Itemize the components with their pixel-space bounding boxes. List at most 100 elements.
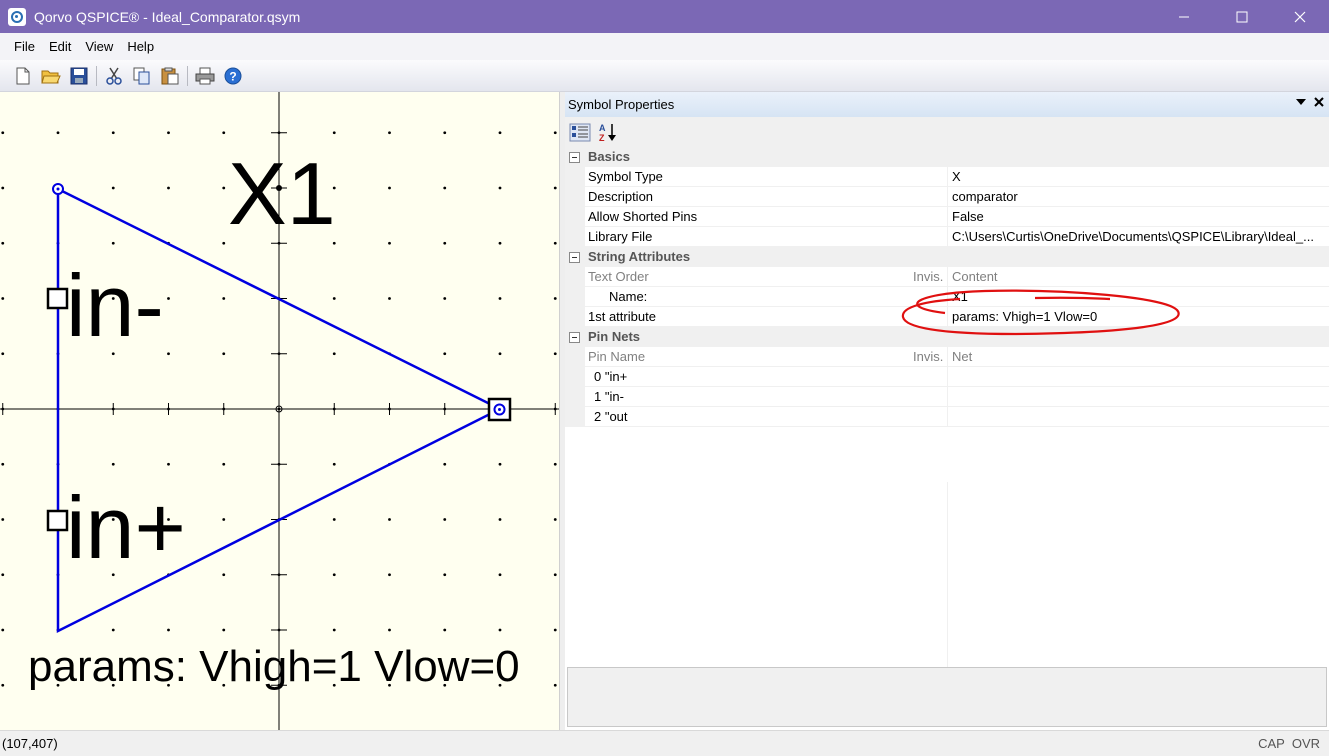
grid-dot (443, 297, 447, 300)
property-row-allow-shorted-pins[interactable]: Allow Shorted Pins False (565, 207, 1329, 227)
grid-dot (498, 186, 502, 190)
grid-dot (1, 297, 5, 300)
pin-in-plus-box[interactable] (46, 509, 69, 532)
property-grid: Basics Symbol Type X Description compara… (565, 147, 1329, 722)
paste-button[interactable] (159, 65, 181, 87)
collapse-icon[interactable] (569, 332, 580, 343)
pin-in-minus-label[interactable]: in- (66, 256, 164, 355)
new-file-button[interactable] (12, 65, 34, 87)
grid-dot (498, 573, 502, 577)
menu-bar: File Edit View Help (0, 33, 1329, 60)
cursor-coordinates: (107,407) (2, 736, 58, 751)
collapse-icon[interactable] (569, 152, 580, 163)
grid-dot (498, 628, 502, 632)
minimize-button[interactable] (1155, 0, 1213, 33)
grid-dot (167, 628, 170, 632)
pin-row-in-plus[interactable]: 0 "in+ (565, 367, 1329, 387)
grid-dot (553, 131, 557, 135)
grid-dot (498, 131, 502, 135)
grid-dot (553, 683, 557, 687)
grid-dot (222, 297, 226, 300)
grid-dot (443, 131, 447, 135)
maximize-icon (1236, 11, 1248, 22)
cut-button[interactable] (103, 65, 125, 87)
grid-dot (1, 628, 5, 632)
property-row-symbol-type[interactable]: Symbol Type X (565, 167, 1329, 187)
open-button[interactable] (40, 65, 62, 87)
pin-row-out[interactable]: 2 "out (565, 407, 1329, 427)
cut-icon (106, 67, 122, 85)
title-bar: Qorvo QSPICE® - Ideal_Comparator.qsym (0, 0, 1329, 33)
grid-dot (1, 518, 5, 521)
status-bar: (107,407) CAP OVR (0, 730, 1329, 756)
grid-dot (498, 352, 502, 356)
property-row-1st-attribute[interactable]: 1st attribute params: Vhigh=1 Vlow=0 (565, 307, 1329, 327)
property-row-description[interactable]: Description comparator (565, 187, 1329, 207)
grid-dot (222, 131, 226, 135)
grid-dot (167, 297, 170, 300)
grid-dot (167, 131, 170, 135)
maximize-button[interactable] (1213, 0, 1271, 33)
caps-lock-indicator: CAP (1258, 736, 1285, 751)
grid-dot (553, 628, 557, 632)
pin-in-minus-box[interactable] (46, 287, 69, 310)
grid-dot (443, 241, 447, 245)
window-title: Qorvo QSPICE® - Ideal_Comparator.qsym (34, 8, 301, 25)
grid-dot (332, 518, 336, 521)
grid-dot (332, 628, 336, 632)
string-attributes-header: Text Order Invis. Content (565, 267, 1329, 287)
properties-header: Symbol Properties (565, 92, 1329, 117)
close-button[interactable] (1271, 0, 1329, 33)
grid-dot (443, 352, 447, 356)
menu-file[interactable]: File (7, 39, 42, 54)
copy-button[interactable] (131, 65, 153, 87)
menu-help[interactable]: Help (120, 39, 161, 54)
property-row-library-file[interactable]: Library File C:\Users\Curtis\OneDrive\Do… (565, 227, 1329, 247)
grid-dot (56, 131, 60, 135)
property-row-name[interactable]: Name: X1 (565, 287, 1329, 307)
print-button[interactable] (194, 65, 216, 87)
grid-dot (553, 352, 557, 356)
grid-dot (1, 352, 5, 356)
params-label[interactable]: params: Vhigh=1 Vlow=0 (28, 642, 520, 691)
category-pin-nets[interactable]: Pin Nets (565, 327, 1329, 347)
close-pane-icon[interactable] (1313, 96, 1325, 108)
svg-text:?: ? (229, 69, 236, 83)
categorized-view-icon[interactable] (569, 122, 591, 142)
pin-nets-header: Pin Name Invis. Net (565, 347, 1329, 367)
grid-dot (1, 131, 5, 135)
grid-dot (498, 297, 502, 300)
category-string-attributes[interactable]: String Attributes (565, 247, 1329, 267)
grid-dot (332, 352, 336, 356)
grid-dot (111, 462, 115, 466)
grid-dot (167, 186, 170, 190)
toolbar-separator (96, 65, 97, 86)
grid-dot (553, 297, 557, 300)
ref-label[interactable]: X1 (228, 144, 336, 243)
grid-dot (553, 573, 557, 577)
collapse-icon[interactable] (569, 252, 580, 263)
new-file-icon (16, 67, 30, 84)
symbol-canvas[interactable]: X1 in- in+ params: Vhigh=1 Vlow=0 (0, 92, 559, 730)
svg-text:Z: Z (599, 133, 605, 142)
symbol-drawing[interactable]: X1 in- in+ params: Vhigh=1 Vlow=0 (0, 92, 559, 730)
help-button[interactable]: ? (222, 65, 244, 87)
grid-dot (222, 573, 226, 577)
copy-icon (133, 67, 150, 84)
alphabetical-sort-icon[interactable]: A Z (597, 122, 619, 142)
anchor-dot (56, 187, 60, 191)
menu-edit[interactable]: Edit (42, 39, 78, 54)
qspice-icon (8, 7, 26, 26)
pin-in-plus-label[interactable]: in+ (66, 478, 186, 577)
pin-row-in-minus[interactable]: 1 "in- (565, 387, 1329, 407)
close-icon (1294, 11, 1306, 22)
grid-dot (388, 131, 391, 135)
grid-dot (443, 462, 447, 466)
category-basics[interactable]: Basics (565, 147, 1329, 167)
dropdown-arrow-icon[interactable] (1295, 96, 1307, 108)
save-button[interactable] (68, 65, 90, 87)
grid-dot (332, 131, 336, 135)
menu-view[interactable]: View (78, 39, 120, 54)
grid-dot (498, 518, 502, 521)
grid-dot (222, 186, 226, 190)
